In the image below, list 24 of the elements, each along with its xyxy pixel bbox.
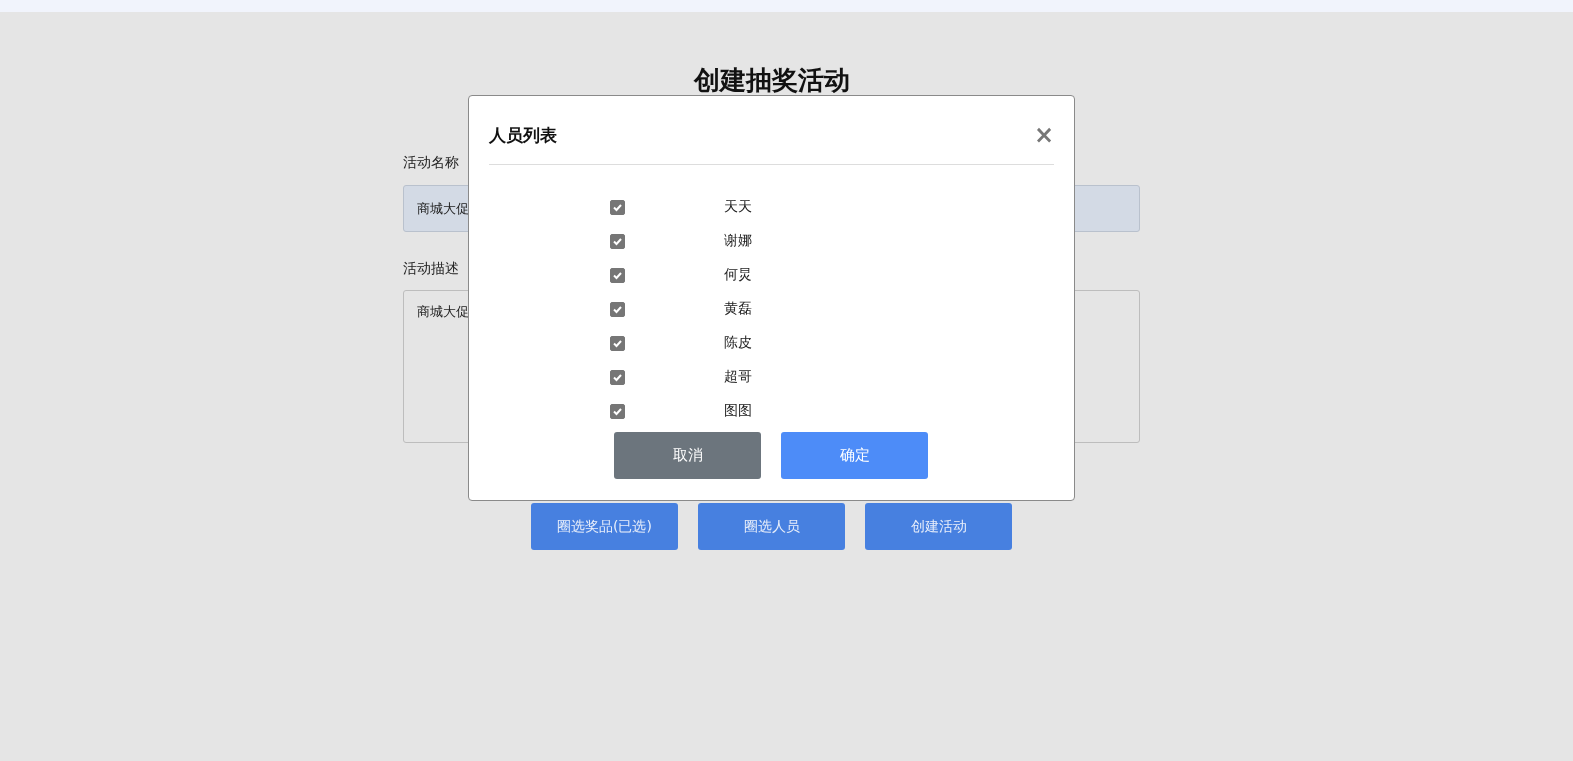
action-button[interactable]: 圈选人员 [698, 503, 845, 550]
dialog-title: 人员列表 [489, 123, 557, 147]
person-name: 陈皮 [724, 334, 752, 352]
confirm-button[interactable]: 确定 [781, 432, 928, 479]
checkbox[interactable] [610, 267, 625, 283]
person-name: 超哥 [724, 368, 752, 386]
cancel-button[interactable]: 取消 [614, 432, 761, 479]
person-name: 谢娜 [724, 232, 752, 250]
action-button[interactable]: 创建活动 [865, 503, 1012, 550]
checkbox[interactable] [610, 199, 625, 215]
person-name: 黄磊 [724, 300, 752, 318]
page-title: 创建抽奖活动 [693, 66, 850, 94]
field-label: 活动名称 [403, 153, 459, 172]
checkbox[interactable] [610, 233, 625, 249]
person-name: 天天 [724, 198, 752, 216]
checkbox[interactable] [610, 369, 625, 385]
person-name: 何炅 [724, 266, 752, 284]
close-button[interactable]: × [1033, 123, 1054, 147]
checkbox[interactable] [610, 335, 625, 351]
checkbox[interactable] [610, 403, 625, 419]
checkbox[interactable] [610, 301, 625, 317]
person-name: 图图 [724, 402, 752, 420]
action-button[interactable]: 圈选奖品(已选) [531, 503, 678, 550]
field-label: 活动描述 [403, 259, 459, 278]
